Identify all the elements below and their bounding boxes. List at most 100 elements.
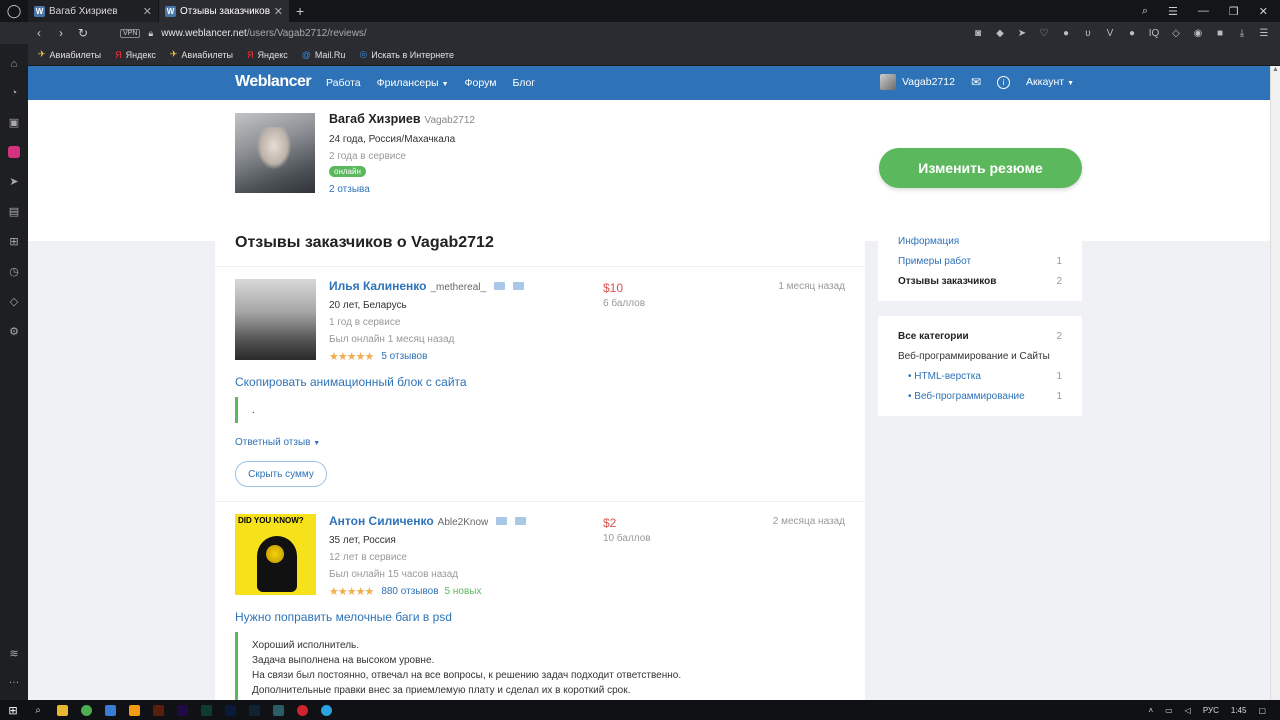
telegram-icon[interactable]: [314, 700, 338, 720]
lock-icon[interactable]: 🔒︎: [148, 28, 153, 39]
send-icon[interactable]: ➤: [1016, 28, 1028, 39]
bookmark-item[interactable]: Я Яндекс: [115, 50, 156, 60]
settings-icon[interactable]: ⚙: [9, 325, 19, 338]
minimize-icon[interactable]: —: [1198, 5, 1209, 17]
instagram-icon[interactable]: [8, 146, 20, 158]
close-tab-icon[interactable]: ✕: [143, 5, 152, 18]
after-effects-icon[interactable]: [170, 700, 194, 720]
bookmark-item[interactable]: ✈ Авиабилеты: [38, 49, 101, 60]
app-icon[interactable]: [194, 700, 218, 720]
vk-icon[interactable]: ʋ: [1082, 28, 1094, 39]
more-icon[interactable]: …: [9, 674, 20, 686]
hide-sum-button[interactable]: Скрыть сумму: [235, 461, 327, 487]
url-field[interactable]: www.weblancer.net/users/Vagab2712/review…: [161, 28, 367, 39]
twitch-icon[interactable]: ▣: [9, 116, 19, 129]
package-icon[interactable]: ◇: [10, 295, 18, 308]
send-icon[interactable]: ➤: [9, 175, 18, 188]
extension-iq-icon[interactable]: IQ: [1148, 28, 1160, 39]
close-tab-icon[interactable]: ✕: [274, 5, 283, 18]
category-all[interactable]: Все категории 2: [898, 326, 1062, 346]
scroll-up-icon[interactable]: ▲: [1271, 66, 1280, 73]
bookmark-item[interactable]: ◎ Искать в Интернете: [359, 49, 454, 60]
info-icon[interactable]: i: [997, 75, 1011, 89]
search-icon[interactable]: ⌕: [26, 700, 50, 720]
reviewer-reviews-link[interactable]: 5 отзывов: [381, 351, 427, 362]
language-indicator[interactable]: РУС: [1203, 706, 1219, 715]
avatar[interactable]: [880, 74, 897, 90]
chrome-icon[interactable]: [74, 700, 98, 720]
vpn-badge[interactable]: VPN: [120, 28, 141, 38]
reviewer-reviews-link[interactable]: 880 отзывов: [381, 586, 438, 597]
new-tab-icon[interactable]: +: [296, 3, 304, 19]
menu-item-forum[interactable]: Форум: [465, 77, 497, 89]
shield-icon[interactable]: ◆: [994, 28, 1006, 39]
easy-setup-icon[interactable]: ☰: [1258, 28, 1270, 39]
opera-menu-icon[interactable]: ◯: [0, 0, 28, 22]
user-name-link[interactable]: Vagab2712: [902, 76, 955, 88]
reload-icon[interactable]: ↻: [72, 26, 94, 40]
opera-icon[interactable]: [290, 700, 314, 720]
browser-tab[interactable]: W Вагаб Хизриев ✕: [28, 0, 158, 22]
portfolio-icon[interactable]: [496, 517, 508, 525]
back-icon[interactable]: ‹: [28, 26, 50, 40]
close-window-icon[interactable]: ✕: [1259, 5, 1268, 18]
avatar[interactable]: DID YOU KNOW?: [235, 514, 316, 595]
app-icon[interactable]: [266, 700, 290, 720]
news-icon[interactable]: ▤: [9, 205, 19, 218]
gamepad-icon[interactable]: ⌂: [11, 58, 18, 70]
review-task-link[interactable]: Нужно поправить мелочные баги в psd: [235, 610, 452, 624]
extension-icon[interactable]: ◉: [1192, 28, 1204, 39]
extension-icon[interactable]: ●: [1060, 28, 1072, 39]
sidebar-item-info[interactable]: Информация: [898, 231, 1062, 251]
bookmark-item[interactable]: @ Mail.Ru: [302, 50, 346, 60]
forward-icon[interactable]: ›: [50, 26, 72, 40]
notifications-icon[interactable]: ▢: [1258, 706, 1266, 715]
camera-icon[interactable]: ◙: [972, 28, 984, 39]
network-icon[interactable]: ▭: [1165, 706, 1173, 715]
message-icon[interactable]: [515, 517, 527, 525]
history-icon[interactable]: ◷: [9, 265, 19, 278]
edit-resume-button[interactable]: Изменить резюме: [879, 148, 1082, 188]
extension-icon[interactable]: ●: [1126, 28, 1138, 39]
heart-icon[interactable]: ♡: [1038, 28, 1050, 39]
menu-item-work[interactable]: Работа: [326, 77, 361, 89]
volume-icon[interactable]: ◁: [1185, 706, 1191, 715]
category-web-programming[interactable]: Веб-программирование1: [898, 386, 1062, 406]
reply-review-toggle[interactable]: Ответный отзыв ▼: [235, 437, 320, 448]
profile-reviews-link[interactable]: 2 отзыва: [329, 184, 370, 195]
photoshop-icon[interactable]: [218, 700, 242, 720]
mail-icon[interactable]: ✉: [971, 75, 981, 89]
bookmark-item[interactable]: ✈ Авиабилеты: [170, 49, 233, 60]
message-icon[interactable]: [513, 282, 525, 290]
illustrator-icon[interactable]: [146, 700, 170, 720]
app-icon[interactable]: [98, 700, 122, 720]
extension-icon[interactable]: ■: [1214, 28, 1226, 39]
portfolio-icon[interactable]: [494, 282, 506, 290]
cube-icon[interactable]: ◇: [1170, 28, 1182, 39]
extension-v-icon[interactable]: V: [1104, 28, 1116, 39]
bookmark-item[interactable]: Я Яндекс: [247, 50, 288, 60]
review-task-link[interactable]: Скопировать анимационный блок с сайта: [235, 375, 467, 389]
wifi-icon[interactable]: ≋: [9, 647, 18, 660]
sidebar-item-portfolio[interactable]: Примеры работ 1: [898, 251, 1062, 271]
search-tabs-icon[interactable]: ⌕: [1142, 5, 1148, 18]
category-html[interactable]: HTML-верстка1: [898, 366, 1062, 386]
sidebar-item-reviews[interactable]: Отзывы заказчиков 2: [898, 271, 1062, 291]
app-icon[interactable]: [242, 700, 266, 720]
avatar[interactable]: [235, 279, 316, 360]
tab-menu-icon[interactable]: ☰: [1168, 5, 1178, 18]
browser-tab-active[interactable]: W Отзывы заказчиков о Vag ✕: [159, 0, 289, 22]
site-logo[interactable]: Weblancer: [235, 73, 312, 91]
maximize-icon[interactable]: ❐: [1229, 5, 1239, 18]
account-menu[interactable]: Аккаунт ▼: [1026, 76, 1074, 88]
windows-start-icon[interactable]: ⊞: [0, 704, 26, 717]
menu-item-freelancers[interactable]: Фрилансеры ▼: [377, 77, 449, 89]
tray-chevron-icon[interactable]: ˄: [1148, 706, 1153, 715]
apps-icon[interactable]: ⊞: [9, 235, 18, 248]
reviewer-name[interactable]: Антон Силиченко Able2Know: [329, 514, 527, 528]
app-icon[interactable]: [122, 700, 146, 720]
speed-dial-icon[interactable]: ◔: [11, 87, 18, 99]
clock[interactable]: 1:45: [1231, 706, 1247, 715]
menu-item-blog[interactable]: Блог: [512, 77, 535, 89]
file-explorer-icon[interactable]: [50, 700, 74, 720]
